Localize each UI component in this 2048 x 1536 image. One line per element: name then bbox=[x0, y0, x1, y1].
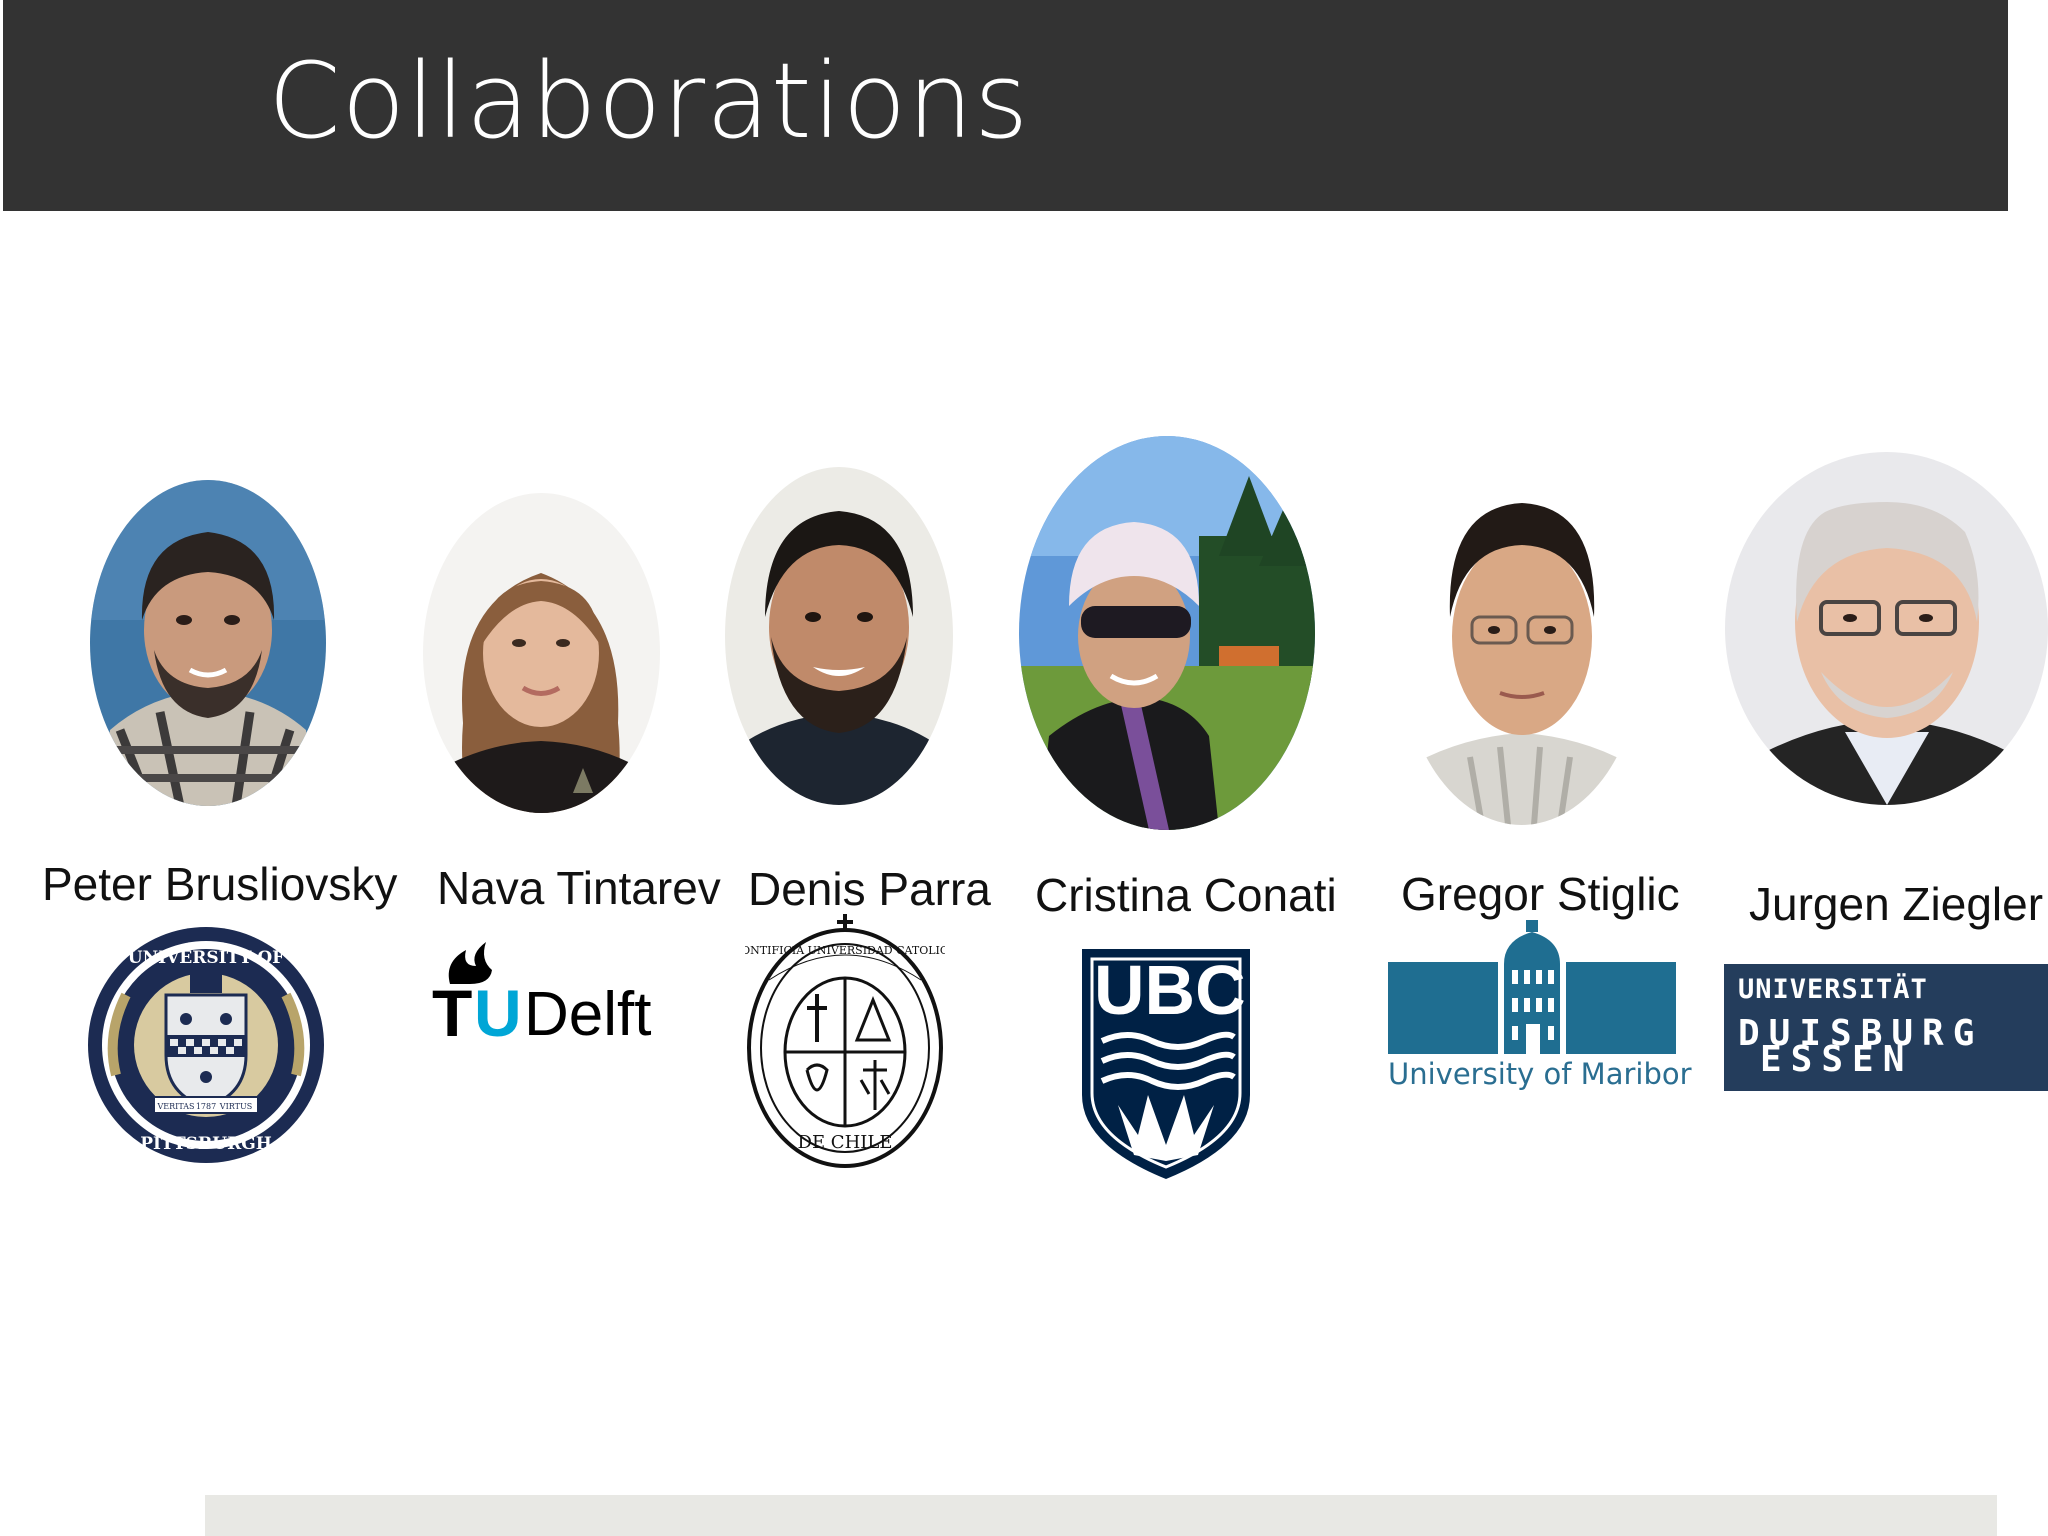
collaborator-name: Gregor Stiglic bbox=[1401, 868, 1680, 920]
photo-cristina-conati bbox=[1019, 436, 1315, 830]
puc-bottom-text: DE CHILE bbox=[798, 1132, 893, 1153]
pitt-year: 1787 bbox=[196, 1102, 216, 1111]
tudelft-u: U bbox=[474, 976, 522, 1050]
tudelft-t: T bbox=[432, 976, 473, 1050]
photo-denis-parra bbox=[725, 467, 953, 805]
ude-line1: UNIVERSITÄT bbox=[1738, 974, 1928, 1005]
photo-gregor-stiglic bbox=[1400, 467, 1643, 825]
collaborator-name: Denis Parra bbox=[748, 863, 991, 915]
photo-nava-tintarev bbox=[423, 493, 660, 813]
ude-line3: ESSEN bbox=[1760, 1039, 1914, 1080]
collaborator-name: Nava Tintarev bbox=[437, 862, 721, 914]
maribor-caption: University of Maribor bbox=[1388, 1057, 1692, 1091]
universitat-duisburg-essen-logo: UNIVERSITÄT DUISBURG ESSEN bbox=[1724, 964, 2048, 1091]
tudelft-delft: Delft bbox=[524, 980, 652, 1049]
footer-bar bbox=[205, 1495, 1997, 1536]
puc-chile-seal: PONTIFICIA UNIVERSIDAD CATOLICA DE CHILE bbox=[745, 910, 945, 1170]
ubc-text: UBC bbox=[1094, 951, 1246, 1029]
collaborator-name: Cristina Conati bbox=[1035, 869, 1337, 921]
puc-arc-text: PONTIFICIA UNIVERSIDAD CATOLICA bbox=[745, 944, 945, 957]
tu-delft-logo: T U Delft bbox=[432, 940, 692, 1050]
pitt-top-arc-text: UNIVERSITY OF bbox=[128, 948, 284, 968]
university-of-maribor-logo: University of Maribor bbox=[1388, 920, 1692, 1092]
university-of-pittsburgh-seal: UNIVERSITY OF PITTSBURGH VERITAS 1787 VI… bbox=[86, 925, 326, 1165]
pitt-bottom-arc-text: PITTSBURGH bbox=[140, 1134, 272, 1154]
photo-peter-brusliovsky bbox=[90, 480, 326, 806]
photo-jurgen-ziegler bbox=[1725, 452, 2048, 805]
pitt-motto-left: VERITAS bbox=[157, 1102, 195, 1111]
collaborator-name: Peter Brusliovsky bbox=[42, 858, 398, 910]
collaborator-name: Jurgen Ziegler bbox=[1749, 878, 2044, 930]
page-title: Collaborations bbox=[268, 40, 1030, 162]
pitt-motto-right: VIRTUS bbox=[219, 1102, 252, 1111]
ubc-crest: UBC bbox=[1078, 945, 1254, 1181]
